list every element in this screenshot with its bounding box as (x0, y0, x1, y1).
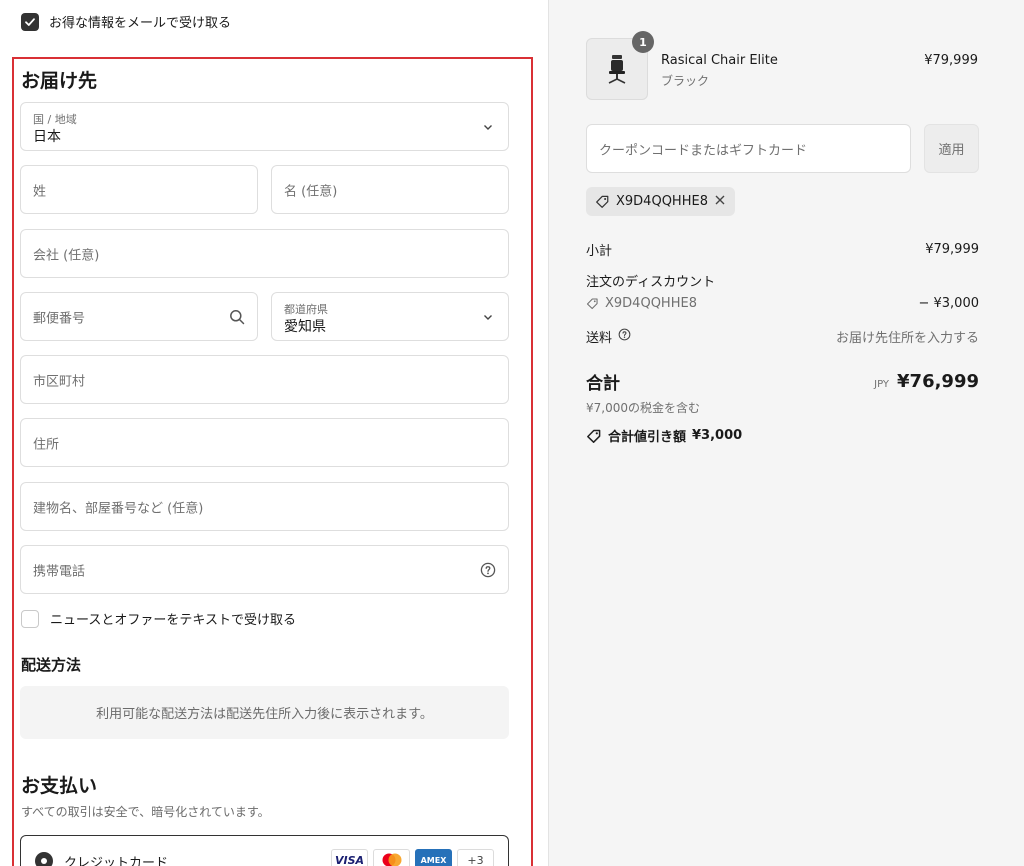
coupon-placeholder: クーポンコードまたはギフトカード (599, 143, 808, 158)
check-icon (25, 17, 35, 26)
postal-code-placeholder: 郵便番号 (33, 311, 86, 326)
chair-icon (608, 55, 626, 84)
radio-selected[interactable] (35, 852, 53, 866)
savings-label: 合計値引き額 (608, 430, 687, 445)
help-circle-icon[interactable] (618, 328, 631, 345)
applied-coupon-code: X9D4QQHHE8 (616, 194, 708, 209)
country-select[interactable]: 国 / 地域 日本 (20, 102, 509, 151)
subtotal-row: 小計 ¥79,999 (586, 240, 979, 259)
help-circle-icon[interactable] (480, 562, 496, 578)
amex-logo: AMEX (415, 849, 452, 866)
discount-value: − ¥3,000 (918, 296, 979, 311)
apply-coupon-button[interactable]: 適用 (924, 124, 979, 173)
last-name-field[interactable]: 姓 (20, 165, 258, 214)
newsletter-label: お得な情報をメールで受け取る (49, 16, 232, 31)
shipping-title: 配送方法 (21, 656, 82, 674)
product-variant: ブラック (661, 74, 710, 88)
coupon-input[interactable]: クーポンコードまたはギフトカード (586, 124, 911, 173)
shipping-value: お届け先住所を入力する (835, 331, 979, 346)
discount-code: X9D4QQHHE8 (605, 296, 697, 311)
payment-subtitle: すべての取引は安全で、暗号化されています。 (21, 805, 270, 819)
sms-label: ニュースとオファーをテキストで受け取る (50, 613, 296, 628)
phone-field[interactable]: 携帯電話 (20, 545, 509, 594)
delivery-title: お届け先 (21, 70, 98, 92)
chevron-down-icon (480, 119, 496, 135)
company-placeholder: 会社 (任意) (33, 248, 100, 263)
first-name-field[interactable]: 名 (任意) (271, 165, 509, 214)
discount-label: 注文のディスカウント (586, 275, 716, 290)
prefecture-select[interactable]: 都道府県 愛知県 (271, 292, 509, 341)
total-value: ¥76,999 (897, 371, 979, 392)
remove-coupon-icon[interactable] (714, 194, 726, 210)
shipping-notice: 利用可能な配送方法は配送先住所入力後に表示されます。 (20, 686, 509, 739)
building-placeholder: 建物名、部屋番号など (任意) (33, 501, 204, 516)
phone-placeholder: 携帯電話 (33, 564, 86, 579)
chevron-down-icon (480, 309, 496, 325)
tax-note-row: ¥7,000の税金を含む (586, 399, 979, 416)
product-price: ¥79,999 (924, 53, 978, 68)
tag-icon (586, 298, 598, 310)
mastercard-logo (373, 849, 410, 866)
tax-note: ¥7,000の税金を含む (586, 401, 700, 415)
shipping-row: 送料 お届け先住所を入力する (586, 327, 979, 346)
prefecture-label: 都道府県 (284, 303, 328, 316)
postal-code-field[interactable]: 郵便番号 (20, 292, 258, 341)
first-name-placeholder: 名 (任意) (284, 184, 338, 199)
address-field[interactable]: 住所 (20, 418, 509, 467)
newsletter-checkbox[interactable] (21, 12, 39, 31)
checkout-form-column: お得な情報をメールで受け取る お届け先 国 / 地域 日本 姓 名 (任意) 会… (0, 0, 548, 866)
total-label: 合計 (586, 374, 620, 394)
payment-title: お支払い (21, 775, 98, 797)
subtotal-label: 小計 (586, 244, 613, 259)
subtotal-value: ¥79,999 (925, 242, 979, 257)
order-summary-column: 1 Rasical Chair Elite ブラック ¥79,999 クーポンコ… (548, 0, 1024, 866)
sms-checkbox[interactable] (21, 609, 39, 628)
shipping-label: 送料 (586, 331, 613, 346)
address-placeholder: 住所 (33, 437, 60, 452)
quantity-badge: 1 (632, 31, 654, 53)
search-icon[interactable] (229, 309, 245, 325)
building-field[interactable]: 建物名、部屋番号など (任意) (20, 482, 509, 531)
prefecture-value: 愛知県 (284, 319, 326, 335)
more-brands-count: +3 (457, 849, 494, 866)
company-field[interactable]: 会社 (任意) (20, 229, 509, 278)
newsletter-opt-in[interactable]: お得な情報をメールで受け取る (21, 12, 231, 31)
discount-code-row: X9D4QQHHE8 − ¥3,000 (586, 296, 979, 311)
credit-card-label: クレジットカード (64, 856, 169, 866)
payment-method-credit-card[interactable]: クレジットカード VISA AMEX +3 (20, 835, 509, 866)
savings-row: 合計値引き額 ¥3,000 (586, 426, 979, 445)
applied-coupon-chip: X9D4QQHHE8 (586, 187, 735, 216)
visa-logo: VISA (331, 849, 368, 866)
card-brands: VISA AMEX +3 (331, 849, 494, 866)
city-placeholder: 市区町村 (33, 374, 86, 389)
tag-icon (596, 195, 609, 208)
product-name: Rasical Chair Elite (661, 53, 778, 68)
total-row: 合計 JPY ¥76,999 (586, 369, 979, 394)
discount-row: 注文のディスカウント (586, 271, 979, 290)
country-label: 国 / 地域 (33, 113, 77, 126)
city-field[interactable]: 市区町村 (20, 355, 509, 404)
last-name-placeholder: 姓 (33, 184, 47, 199)
tag-icon (587, 429, 601, 443)
total-currency: JPY (874, 379, 890, 390)
savings-value: ¥3,000 (692, 428, 743, 443)
country-value: 日本 (33, 129, 61, 145)
sms-opt-in[interactable]: ニュースとオファーをテキストで受け取る (21, 609, 296, 628)
